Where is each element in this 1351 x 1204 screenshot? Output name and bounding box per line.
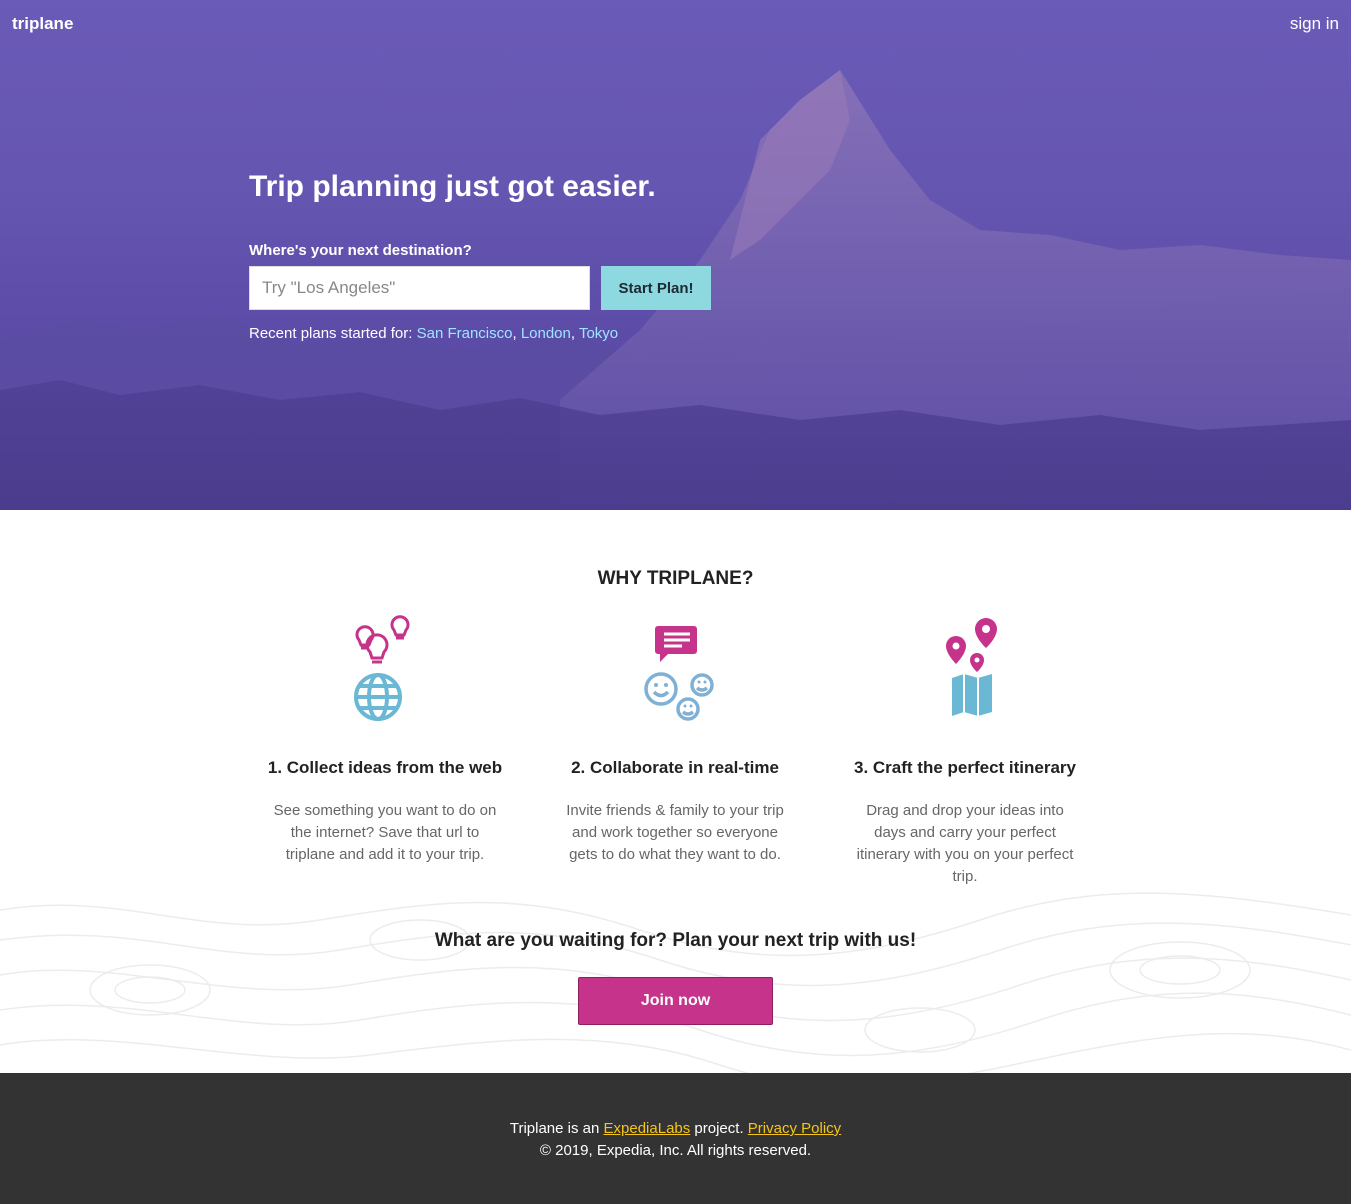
lightbulbs-globe-icon	[354, 615, 410, 721]
start-plan-button[interactable]: Start Plan!	[601, 266, 711, 310]
footer-prefix: Triplane is an	[509, 1120, 600, 1137]
expedialabs-link[interactable]: ExpediaLabs	[604, 1120, 691, 1137]
feature-collaborate: 2. Collaborate in real-time Invite frien…	[550, 600, 800, 866]
feature-craft: 3. Craft the perfect itinerary Drag and …	[840, 600, 1090, 888]
why-title: WHY TRIPLANE?	[597, 568, 754, 589]
recent-plans: Recent plans started for: San Francisco,…	[249, 325, 618, 342]
recent-city-link[interactable]: London	[521, 325, 571, 342]
feature-description: Invite friends & family to your trip and…	[566, 802, 784, 863]
join-now-button[interactable]: Join now	[578, 977, 773, 1025]
feature-title: 2. Collaborate in real-time	[571, 758, 779, 777]
destination-input[interactable]	[249, 266, 590, 310]
recent-plans-label: Recent plans started for:	[249, 325, 413, 342]
separator: ,	[512, 325, 517, 342]
chat-faces-icon	[644, 626, 714, 721]
footer: Triplane is an ExpediaLabs project. Priv…	[0, 1073, 1351, 1204]
feature-description: Drag and drop your ideas into days and c…	[856, 802, 1074, 885]
sign-in-link[interactable]: sign in	[1290, 14, 1339, 34]
feature-title: 3. Craft the perfect itinerary	[853, 758, 1076, 777]
mountain-background-image	[0, 70, 1351, 510]
destination-label: Where's your next destination?	[249, 242, 472, 259]
privacy-policy-link[interactable]: Privacy Policy	[748, 1120, 841, 1137]
feature-description: See something you want to do on the inte…	[273, 802, 497, 863]
separator: ,	[570, 325, 576, 342]
map-pins-icon	[946, 618, 997, 716]
hero-title: Trip planning just got easier.	[249, 170, 656, 203]
copyright: © 2019, Expedia, Inc. All rights reserve…	[539, 1142, 812, 1159]
recent-city-link[interactable]: Tokyo	[579, 325, 618, 342]
brand-logo[interactable]: triplane	[12, 14, 73, 34]
hero-section: triplane sign in Trip planning just got …	[0, 0, 1351, 510]
feature-collect: 1. Collect ideas from the web See someth…	[260, 600, 510, 866]
cta-title: What are you waiting for? Plan your next…	[434, 930, 917, 951]
feature-title: 1. Collect ideas from the web	[267, 758, 503, 777]
recent-city-link[interactable]: San Francisco	[417, 325, 513, 342]
footer-middle: project.	[694, 1120, 744, 1137]
footer-credit: Triplane is an ExpediaLabs project. Priv…	[0, 1120, 1351, 1137]
